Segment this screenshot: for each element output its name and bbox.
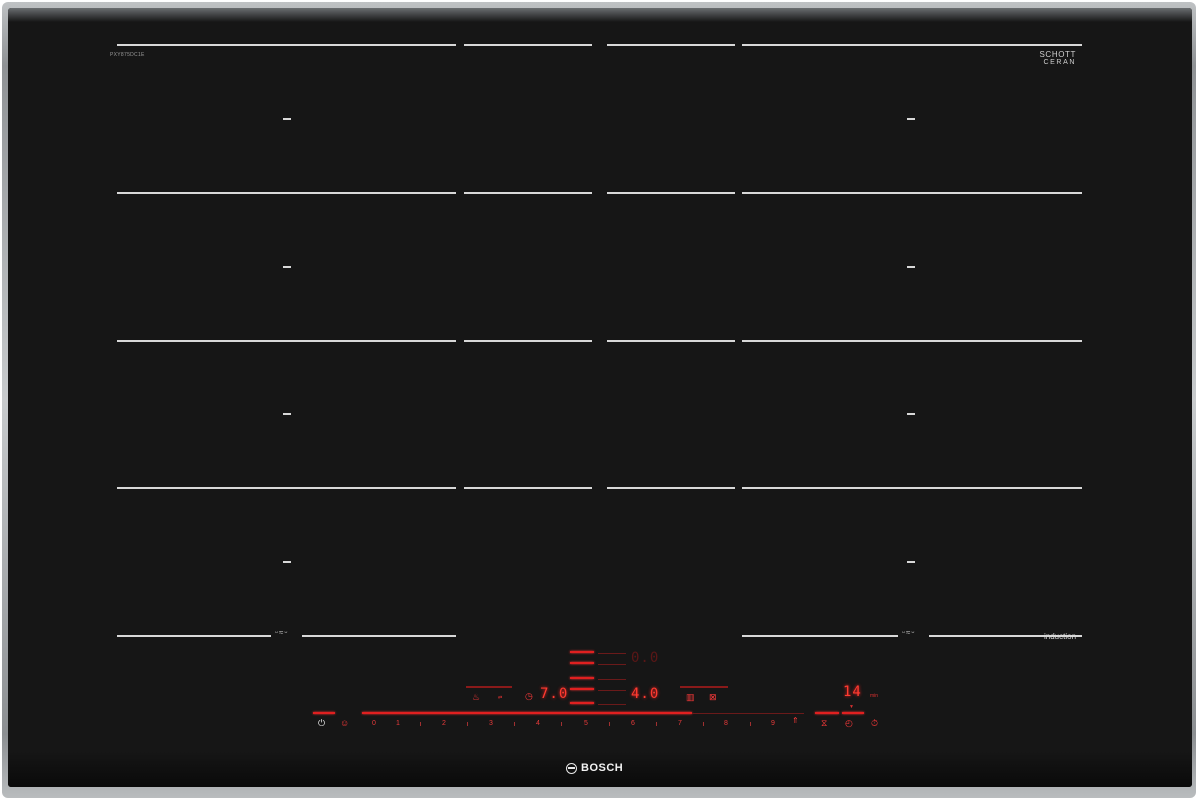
slider-number[interactable]: 5	[579, 720, 593, 727]
timer-bar	[842, 712, 864, 714]
down-arrow-icon: ▼	[849, 704, 854, 710]
slider-number[interactable]: 1	[391, 720, 405, 727]
ceran-text: CERAN	[1043, 59, 1076, 66]
clock-icon[interactable]: ◴	[845, 718, 853, 729]
boost-icon[interactable]: ⇑	[792, 716, 799, 725]
timer-icon[interactable]: ◷	[525, 691, 533, 702]
slider-number[interactable]: 7	[673, 720, 687, 727]
bridge-icon: ᵕ≈ᵕ	[275, 628, 289, 637]
power-slider-track[interactable]	[362, 712, 692, 714]
zone-indicator	[570, 677, 594, 679]
zone-indicator	[570, 662, 594, 664]
schott-text: SCHOTT	[1039, 50, 1076, 59]
slider-number[interactable]: 3	[484, 720, 498, 727]
zone-indicator	[570, 702, 594, 704]
cooktop: ᵕ≈ᵕ ᵕ≈ᵕ PXY875DC1E SCHOTT CERAN inductio…	[0, 0, 1200, 810]
slider-number[interactable]: 2	[437, 720, 451, 727]
frying-sensor-icon[interactable]: ▥	[686, 692, 695, 703]
left-display: 7.0	[540, 686, 569, 702]
timer-display: 14	[843, 684, 862, 700]
powermove-icon[interactable]: ⧖	[821, 718, 827, 729]
power-bar	[313, 712, 335, 714]
stopwatch-icon[interactable]: ⏱	[871, 718, 878, 729]
timer-unit: min	[870, 693, 879, 699]
mid-display: 4.0	[631, 686, 660, 702]
function-bar	[680, 686, 728, 688]
induction-label: induction	[1044, 632, 1077, 641]
zone-indicator	[570, 688, 594, 690]
brand-name: BOSCH	[581, 762, 624, 774]
bosch-logo-icon	[566, 762, 577, 774]
power-icon[interactable]: ⏻	[318, 718, 325, 729]
slider-number[interactable]: 0	[367, 720, 381, 727]
top-display: 0.0	[631, 650, 660, 666]
roasting-icon[interactable]: ⊠	[709, 692, 717, 703]
slider-number[interactable]: 6	[626, 720, 640, 727]
model-number: PXY875DC1E	[110, 52, 145, 58]
glass-ceramic-surface	[8, 8, 1192, 787]
pot-icon[interactable]: ♨	[472, 692, 480, 703]
bosch-brand: BOSCH	[566, 762, 623, 774]
slider-number[interactable]: 4	[531, 720, 545, 727]
bridge-icon: ᵕ≈ᵕ	[902, 628, 916, 637]
function-bar	[466, 686, 512, 688]
zone-indicator	[570, 651, 594, 653]
schott-ceran-logo: SCHOTT CERAN	[1036, 51, 1076, 70]
slider-number[interactable]: 9	[766, 720, 780, 727]
child-lock-icon[interactable]: ☺	[340, 718, 349, 728]
slider-number[interactable]: 8	[719, 720, 733, 727]
move-icon[interactable]: ⇄	[498, 695, 502, 701]
timer-bar	[815, 712, 839, 714]
